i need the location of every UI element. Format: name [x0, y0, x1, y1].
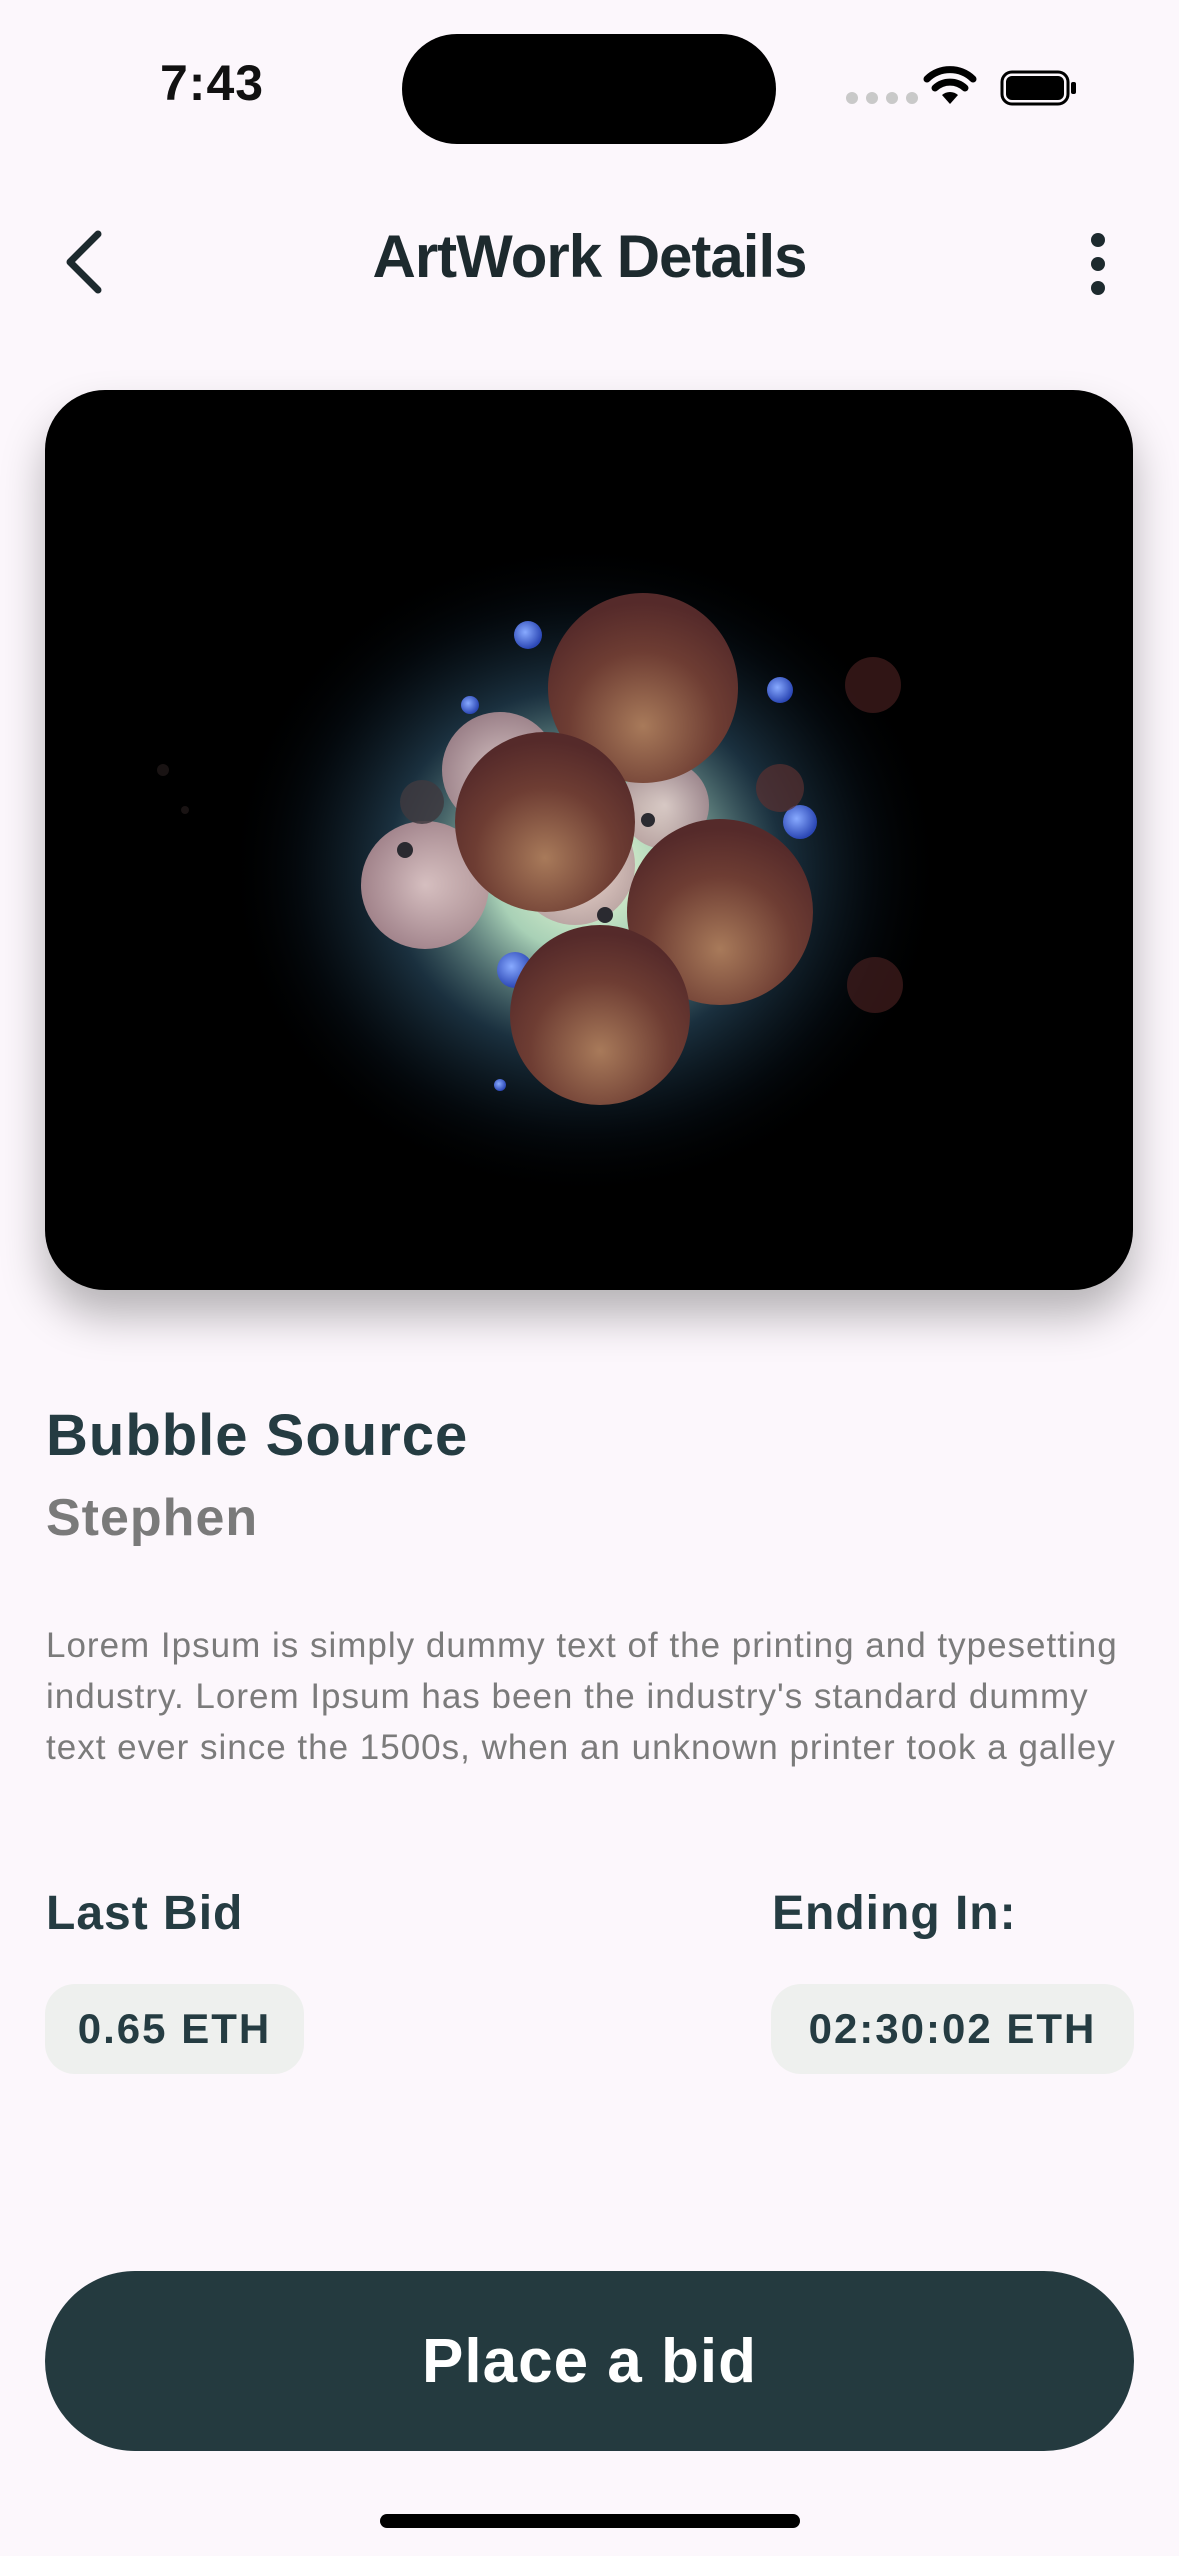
battery-icon: [1000, 70, 1076, 106]
wifi-icon: [923, 66, 977, 104]
last-bid-value: 0.65 ETH: [45, 1984, 304, 2074]
place-bid-button[interactable]: Place a bid: [45, 2271, 1134, 2451]
artwork-artist: Stephen: [46, 1489, 259, 1547]
signal-icon: [846, 92, 918, 104]
more-vertical-icon[interactable]: [1070, 226, 1126, 302]
status-time: 7:43: [160, 55, 265, 111]
ending-in-value: 02:30:02 ETH: [771, 1984, 1134, 2074]
dynamic-island: [402, 34, 776, 144]
ending-in-label: Ending In:: [772, 1887, 1017, 1940]
artwork-title: Bubble Source: [46, 1403, 469, 1468]
home-indicator: [380, 2514, 800, 2528]
last-bid-label: Last Bid: [46, 1887, 244, 1940]
artwork-description: Lorem Ipsum is simply dummy text of the …: [46, 1626, 1118, 1767]
page-title: ArtWork Details: [372, 223, 807, 290]
artwork-image: [45, 390, 1133, 1290]
